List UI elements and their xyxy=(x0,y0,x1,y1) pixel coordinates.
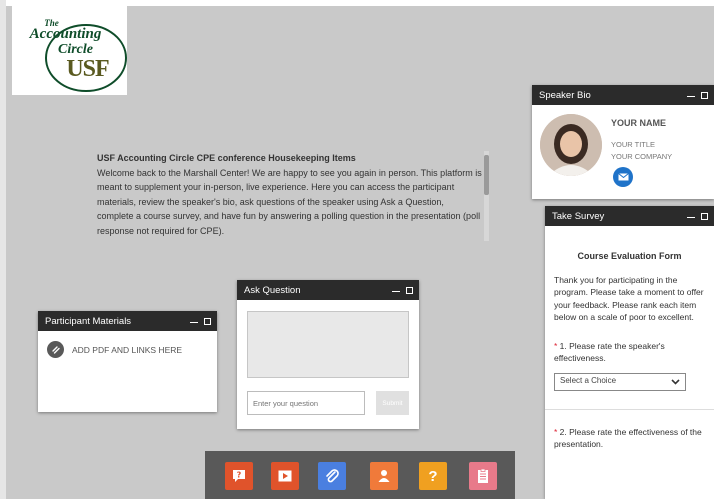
minimize-icon[interactable] xyxy=(190,321,198,323)
survey-intro: Thank you for participating in the progr… xyxy=(554,274,704,323)
email-icon[interactable] xyxy=(613,167,633,187)
chevron-down-icon xyxy=(671,378,680,385)
ask-question-header[interactable]: Ask Question xyxy=(237,280,419,300)
housekeeping-panel: USF Accounting Circle CPE conference Hou… xyxy=(97,151,482,241)
submit-button[interactable]: Submit xyxy=(376,391,409,415)
ask-question-icon[interactable]: ? xyxy=(225,462,253,490)
take-survey-title: Take Survey xyxy=(552,210,605,222)
speaker-icon[interactable] xyxy=(370,462,398,490)
svg-text:?: ? xyxy=(237,471,242,480)
participant-materials-item[interactable]: ADD PDF AND LINKS HERE xyxy=(38,331,217,368)
housekeeping-body: Welcome back to the Marshall Center! We … xyxy=(97,167,482,236)
participant-materials-widget: Participant Materials ADD PDF AND LINKS … xyxy=(38,311,217,412)
survey-body: Course Evaluation Form Thank you for par… xyxy=(545,250,714,451)
survey-question-1: * 1. Please rate the speaker's effective… xyxy=(554,340,705,365)
maximize-icon[interactable] xyxy=(204,317,211,325)
minimize-icon[interactable] xyxy=(687,95,695,97)
speaker-photo xyxy=(540,114,602,176)
question-1-select[interactable]: Select a Choice xyxy=(554,372,686,391)
survey-question-2: * 2. Please rate the effectiveness of th… xyxy=(554,426,705,451)
attachment-icon[interactable] xyxy=(318,462,346,490)
participant-materials-title: Participant Materials xyxy=(45,315,132,327)
speaker-bio-widget: Speaker Bio YOUR NAME YOUR TITLE YOUR CO… xyxy=(532,85,714,199)
maximize-icon[interactable] xyxy=(701,212,708,220)
take-survey-header[interactable]: Take Survey xyxy=(545,206,714,226)
question-1-select-value: Select a Choice xyxy=(560,376,617,386)
speaker-name: YOUR NAME xyxy=(611,118,667,128)
maximize-icon[interactable] xyxy=(701,91,708,99)
left-strip xyxy=(0,0,6,499)
bottom-toolbar: ? ? xyxy=(205,451,515,499)
survey-form-title: Course Evaluation Form xyxy=(577,251,682,261)
help-icon[interactable]: ? xyxy=(419,462,447,490)
speaker-title: YOUR TITLE xyxy=(611,140,656,149)
logo-line-2: Accounting xyxy=(29,26,102,42)
video-icon[interactable] xyxy=(271,462,299,490)
ask-question-title: Ask Question xyxy=(244,284,301,296)
housekeeping-title: USF Accounting Circle CPE conference Hou… xyxy=(97,153,356,163)
ask-question-widget: Ask Question Submit xyxy=(237,280,419,429)
survey-question-1-text: 1. Please rate the speaker's effectivene… xyxy=(554,340,665,364)
speaker-bio-header[interactable]: Speaker Bio xyxy=(532,85,714,105)
minimize-icon[interactable] xyxy=(687,216,695,218)
survey-icon[interactable] xyxy=(469,462,497,490)
divider xyxy=(545,408,714,410)
logo-line-4: USF xyxy=(66,56,109,82)
link-icon xyxy=(47,341,64,358)
minimize-icon[interactable] xyxy=(392,290,400,292)
maximize-icon[interactable] xyxy=(406,286,413,294)
speaker-bio-title: Speaker Bio xyxy=(539,89,591,101)
speaker-company: YOUR COMPANY xyxy=(611,152,673,161)
participant-materials-header[interactable]: Participant Materials xyxy=(38,311,217,331)
question-input[interactable] xyxy=(247,391,365,415)
questions-display-area xyxy=(247,311,409,378)
take-survey-widget: Take Survey Course Evaluation Form Thank… xyxy=(545,206,714,499)
housekeeping-scroll-thumb[interactable] xyxy=(484,155,489,195)
participant-materials-item-label: ADD PDF AND LINKS HERE xyxy=(72,344,183,355)
survey-question-2-text: 2. Please rate the effectiveness of the … xyxy=(554,426,702,450)
logo: The Accounting Circle USF xyxy=(12,6,127,95)
